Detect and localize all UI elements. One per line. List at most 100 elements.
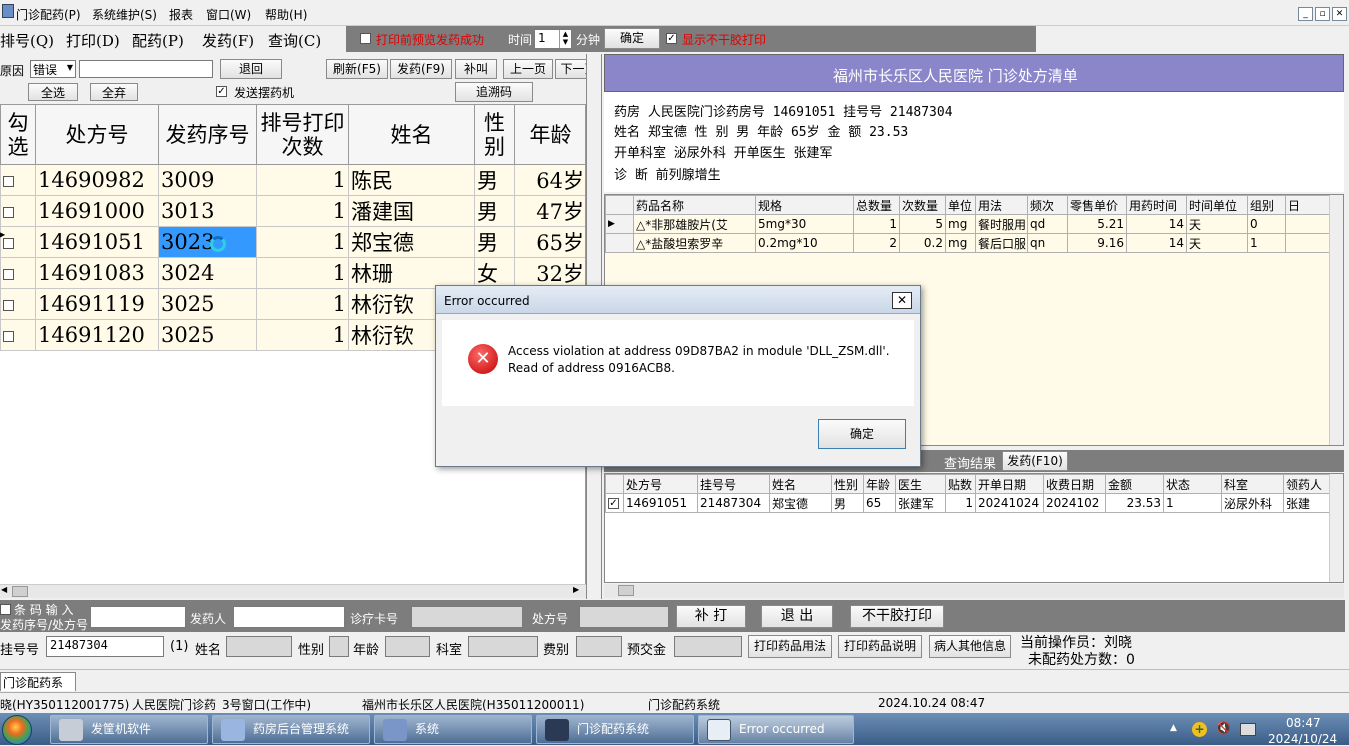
scroll-left-icon[interactable]: ◀ [1,585,7,594]
row-checkbox[interactable] [3,207,14,218]
dept-label: 科室 [436,643,463,658]
return-button[interactable]: 退回 [220,59,282,79]
table-row-selected[interactable]: ▶ 146910513023 1郑宝德男65岁 [0,226,585,258]
row-checkbox[interactable] [3,269,14,280]
table-row[interactable]: △*盐酸坦索罗辛 0.2mg*10 2 0.2 mg 餐后口服 qn 9.16 14 天 1 [605,233,1343,253]
dispense-f9-button[interactable]: 发药(F9) [390,59,452,79]
prev-page-button[interactable]: 上一页 [503,59,553,79]
volume-muted-icon[interactable]: 🔇 [1216,721,1231,735]
right-hscrollbar[interactable] [604,584,1344,598]
no-label-print-button[interactable]: 不干胶打印 [850,605,944,628]
scroll-right-icon[interactable]: ▶ [573,585,579,594]
left-hscrollbar[interactable]: ◀ ▶ [0,584,586,598]
cell: 23.53 [1105,493,1164,513]
row-checkbox[interactable]: ✓ [608,498,619,509]
name-input[interactable] [226,636,292,657]
menu-item-report[interactable]: 报表 [169,6,193,23]
confirm-interval-button[interactable]: 确定 [604,28,660,49]
print-usage-button[interactable]: 打印药品用法 [748,635,832,658]
tray-add-icon[interactable]: + [1192,722,1207,737]
row-checkbox[interactable] [3,238,14,249]
dialog-message-1: Access violation at address 09D87BA2 in … [508,344,890,358]
row-checkbox[interactable] [3,331,14,342]
taskbar-item-3[interactable]: 系统 [374,715,532,744]
cell: 14691051 [623,493,698,513]
rxno-input[interactable] [579,606,669,628]
cell-rx: 14690982 [35,164,159,196]
cell: 餐时服用 [975,214,1028,234]
prepay-input[interactable] [674,636,742,657]
window-tab[interactable]: 门诊配药系统 [0,672,76,707]
col-header: 开单日期 [975,474,1044,494]
table-row[interactable]: 14691083 3024 1 林珊女 32岁 [0,257,585,289]
dispenser-input[interactable] [233,606,345,628]
taskbar-item-5-active[interactable]: Error occurred [698,715,854,744]
menu-item-window[interactable]: 窗口(W) [206,6,251,23]
fee-input[interactable] [576,636,622,657]
taskbar-item-4[interactable]: 门诊配药系统 [536,715,694,744]
cell: qn [1027,233,1068,253]
reason-label: 原因 [0,64,25,78]
menu-item-dispense[interactable]: 门诊配药(P) [16,6,81,23]
exit-button[interactable]: 退 出 [761,605,833,628]
show-no-print-checkbox[interactable]: ✓ [666,33,677,44]
barcode-checkbox[interactable] [0,604,11,615]
reason-select[interactable]: 错误 ▼ [30,60,76,78]
scroll-thumb[interactable] [618,585,634,596]
cell-seq: 3024 [158,257,257,289]
card-input[interactable] [411,606,523,628]
menu-item-help[interactable]: 帮助(H) [265,6,307,23]
patient-info-button[interactable]: 病人其他信息 [929,635,1011,658]
print-preview-checkbox[interactable] [360,33,371,44]
reg-input[interactable]: 21487304 [46,636,164,657]
network-icon[interactable] [1240,723,1256,736]
cell-seq-selected[interactable]: 3023 [158,226,257,258]
dialog-ok-button[interactable]: 确定 [818,419,906,449]
age-input[interactable] [385,636,430,657]
sex-input[interactable] [329,636,349,657]
table-row[interactable]: 14690982 3009 1 陈民男 64岁 [0,164,585,196]
cell-age: 65岁 [514,226,585,258]
table-row[interactable]: 14691000 3013 1 潘建国男 47岁 [0,195,585,227]
col-header: 性别 [831,474,864,494]
menu-item-system[interactable]: 系统维护(S) [92,6,157,23]
row-checkbox[interactable] [3,300,14,311]
dialog-titlebar[interactable]: Error occurred ✕ [436,286,920,314]
select-all-button[interactable]: 全选 [28,83,78,101]
spinner-arrows-icon[interactable]: ▲ ▼ [559,30,571,48]
restore-icon[interactable]: ▫ [1315,7,1330,21]
seq-input[interactable] [90,606,186,628]
result-vscrollbar[interactable] [1329,474,1343,582]
scroll-thumb[interactable] [12,586,28,597]
close-icon[interactable]: ✕ [1332,7,1347,21]
send-machine-checkbox[interactable]: ✓ [216,86,227,97]
call-again-button[interactable]: 补叫 [455,59,497,79]
refresh-button[interactable]: 刷新(F5) [326,59,388,79]
detail-vscrollbar[interactable] [1329,195,1343,445]
print-button[interactable]: 打印(D) [66,30,120,51]
dialog-title: Error occurred [444,294,530,308]
reason-text-input[interactable] [79,60,213,78]
row-checkbox[interactable] [3,176,14,187]
taskbar-item-1[interactable]: 发筐机软件 [50,715,208,744]
tray-expand-icon[interactable]: ▲ [1170,723,1177,733]
print-desc-button[interactable]: 打印药品说明 [838,635,922,658]
close-icon[interactable]: ✕ [892,292,912,309]
start-button[interactable] [0,713,36,745]
table-row[interactable]: ▶ △*非那雄胺片(艾 5mg*30 1 5 mg 餐时服用 qd 5.21 14 天 0 [605,214,1343,234]
deselect-all-button[interactable]: 全弃 [90,83,138,101]
dispense-f10-button[interactable]: 发药(F10) [1002,451,1068,471]
queue-button[interactable]: 排号(Q) [0,30,54,51]
minimize-icon[interactable]: _ [1298,7,1313,21]
dispense-config-button[interactable]: 配药(P) [132,30,184,51]
interval-spinner[interactable]: 1 ▲ ▼ [534,29,572,49]
taskbar-item-2[interactable]: 药房后台管理系统 [212,715,370,744]
dept-input[interactable] [468,636,538,657]
dispense-button[interactable]: 发药(F) [202,30,254,51]
table-row[interactable]: ✓ 14691051 21487304 郑宝德男 65 张建军 1 20241024 20241… [605,493,1343,513]
rx-title: 福州市长乐区人民医院 门诊处方清单 [833,67,1078,85]
col-header: 用药时间 [1126,195,1187,215]
reprint-button[interactable]: 补 打 [676,605,746,628]
query-button[interactable]: 查询(C) [268,30,321,51]
trace-code-button[interactable]: 追溯码 [455,82,533,102]
